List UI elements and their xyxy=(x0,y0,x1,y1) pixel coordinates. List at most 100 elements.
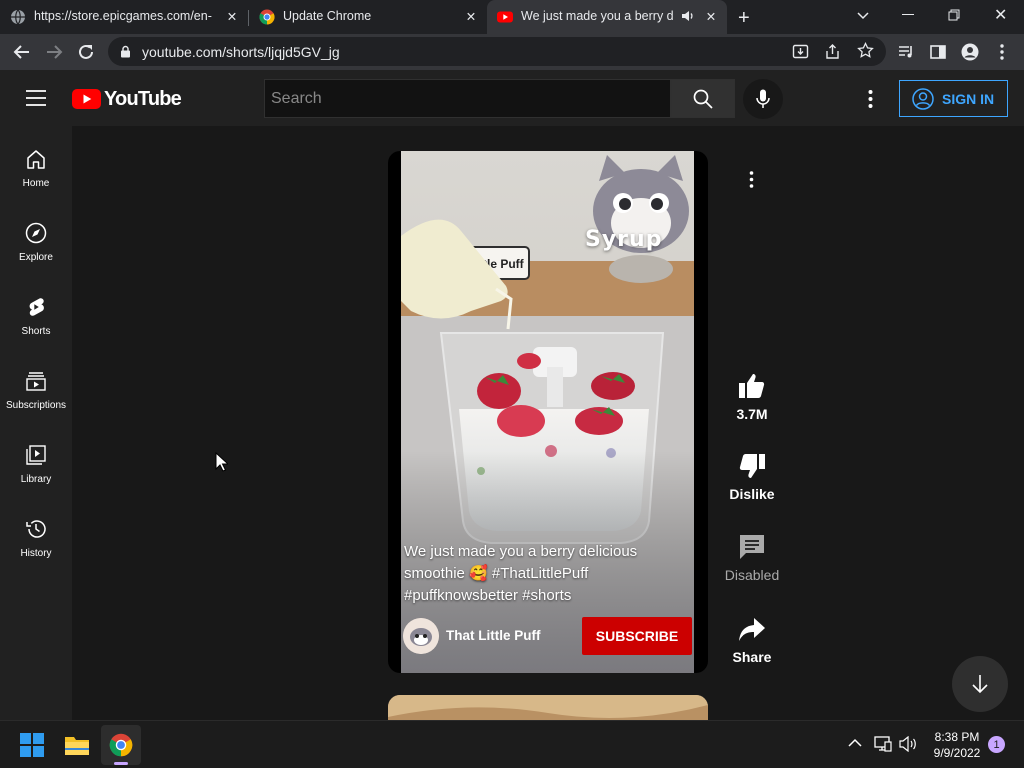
chrome-taskbar-button[interactable] xyxy=(101,725,141,765)
share-page-icon[interactable] xyxy=(824,43,841,60)
new-tab-button[interactable]: + xyxy=(738,7,750,30)
sidebar-item-label: History xyxy=(20,548,52,559)
thumbs-up-icon xyxy=(737,371,767,401)
install-icon[interactable] xyxy=(792,43,809,60)
search-box[interactable] xyxy=(264,79,671,118)
clock-date: 9/9/2022 xyxy=(933,746,981,760)
sign-in-label: SIGN IN xyxy=(942,90,995,107)
restore-button[interactable] xyxy=(948,9,960,21)
sidebar-item-shorts[interactable]: Shorts xyxy=(0,274,72,348)
address-bar[interactable]: youtube.com/shorts/ljqjd5GV_jg xyxy=(108,37,886,66)
chrome-icon xyxy=(259,9,275,25)
reload-icon[interactable] xyxy=(75,41,97,63)
voice-search-button[interactable] xyxy=(743,79,783,119)
channel-name[interactable]: That Little Puff xyxy=(446,628,541,643)
window-close-button[interactable]: ✕ xyxy=(994,5,1007,25)
sidebar-item-label: Shorts xyxy=(21,326,51,337)
windows-logo-icon xyxy=(20,733,44,757)
forward-arrow-icon[interactable] xyxy=(43,41,65,63)
library-icon xyxy=(25,444,47,466)
windows-taskbar: 8:38 PM 9/9/2022 1 xyxy=(0,720,1024,768)
lock-icon[interactable] xyxy=(120,45,131,58)
clock-time: 8:38 PM xyxy=(934,730,980,744)
media-controls-icon[interactable] xyxy=(895,41,917,63)
sidebar-item-label: Subscriptions xyxy=(5,400,67,411)
home-icon xyxy=(25,148,47,170)
next-short-button[interactable] xyxy=(952,656,1008,712)
like-button[interactable]: 3.7M xyxy=(722,371,782,422)
system-clock[interactable]: 8:38 PM 9/9/2022 xyxy=(922,729,992,761)
youtube-icon xyxy=(497,9,513,25)
search-input[interactable] xyxy=(265,80,670,117)
sidebar-item-home[interactable]: Home xyxy=(0,126,72,200)
channel-avatar[interactable] xyxy=(403,618,439,654)
sidebar-item-explore[interactable]: Explore xyxy=(0,200,72,274)
bookmark-star-icon[interactable] xyxy=(857,42,874,59)
dislike-button[interactable]: Dislike xyxy=(722,451,782,502)
comment-icon xyxy=(737,532,767,562)
sign-in-button[interactable]: SIGN IN xyxy=(899,80,1008,117)
arrow-down-icon xyxy=(971,674,989,694)
file-explorer-button[interactable] xyxy=(57,725,97,765)
settings-kebab-icon[interactable] xyxy=(868,90,873,108)
tab-youtube-short[interactable]: We just made you a berry de ✕ xyxy=(487,0,727,34)
chrome-icon xyxy=(109,733,133,757)
minimize-button[interactable] xyxy=(902,14,914,15)
sidebar-item-label: Home xyxy=(22,178,50,189)
short-caption: We just made you a berry delicious smoot… xyxy=(404,543,638,604)
hamburger-menu-icon[interactable] xyxy=(26,90,46,106)
channel-row: That Little Puff SUBSCRIBE xyxy=(403,617,692,655)
youtube-logo-text: YouTube xyxy=(104,87,182,110)
back-arrow-icon[interactable] xyxy=(11,41,33,63)
sidebar: Home Explore Shorts Subscriptions Librar… xyxy=(0,126,72,720)
tab-epic-games[interactable]: https://store.epicgames.com/en- ✕ xyxy=(0,0,246,34)
sidebar-item-label: Library xyxy=(20,474,52,485)
share-button[interactable]: Share xyxy=(722,614,782,665)
folder-icon xyxy=(64,734,90,756)
comments-label: Disabled xyxy=(724,567,780,583)
comments-button[interactable]: Disabled xyxy=(722,532,782,583)
url-text: youtube.com/shorts/ljqjd5GV_jg xyxy=(142,44,340,60)
like-count: 3.7M xyxy=(736,406,768,422)
dislike-label: Dislike xyxy=(729,486,775,502)
browser-toolbar: youtube.com/shorts/ljqjd5GV_jg xyxy=(0,34,1024,70)
subscribe-button[interactable]: SUBSCRIBE xyxy=(582,617,692,655)
search-icon xyxy=(693,89,713,109)
tab-title: https://store.epicgames.com/en- xyxy=(34,9,212,23)
network-icon[interactable] xyxy=(874,736,892,752)
microphone-icon xyxy=(756,89,770,109)
sidebar-item-label: Explore xyxy=(19,252,53,263)
close-icon[interactable]: ✕ xyxy=(222,6,242,26)
mouse-cursor-icon xyxy=(215,452,228,472)
notification-badge[interactable]: 1 xyxy=(988,736,1005,753)
youtube-logo[interactable]: YouTube xyxy=(72,87,182,110)
short-video-player[interactable]: Little Puff Syrup We just made you a ber… xyxy=(388,151,708,673)
youtube-logo-icon xyxy=(72,89,101,109)
side-panel-icon[interactable] xyxy=(927,41,949,63)
speaker-icon[interactable] xyxy=(681,9,695,23)
tab-title: We just made you a berry de xyxy=(521,9,673,23)
kebab-menu-icon[interactable] xyxy=(991,41,1013,63)
tab-search-icon[interactable] xyxy=(856,8,870,22)
short-more-options-icon[interactable] xyxy=(749,171,754,188)
youtube-masthead: YouTube SIGN IN xyxy=(0,70,1024,126)
active-app-indicator xyxy=(114,762,128,765)
volume-icon[interactable] xyxy=(899,736,917,752)
close-icon[interactable]: ✕ xyxy=(461,6,481,26)
search-button[interactable] xyxy=(671,79,735,118)
sidebar-item-library[interactable]: Library xyxy=(0,422,72,496)
subscriptions-icon xyxy=(25,370,47,392)
globe-icon xyxy=(10,9,26,25)
tab-update-chrome[interactable]: Update Chrome ✕ xyxy=(249,0,485,34)
chevron-up-icon[interactable] xyxy=(848,738,862,748)
browser-tab-strip: https://store.epicgames.com/en- ✕ Update… xyxy=(0,0,1024,34)
video-overlay-text: Syrup xyxy=(585,227,663,252)
sidebar-item-subscriptions[interactable]: Subscriptions xyxy=(0,348,72,422)
thumbs-down-icon xyxy=(737,451,767,481)
sidebar-item-history[interactable]: History xyxy=(0,496,72,570)
start-button[interactable] xyxy=(12,725,52,765)
close-icon[interactable]: ✕ xyxy=(701,6,721,26)
history-icon xyxy=(25,518,47,540)
profile-icon[interactable] xyxy=(959,41,981,63)
tab-title: Update Chrome xyxy=(283,9,372,23)
